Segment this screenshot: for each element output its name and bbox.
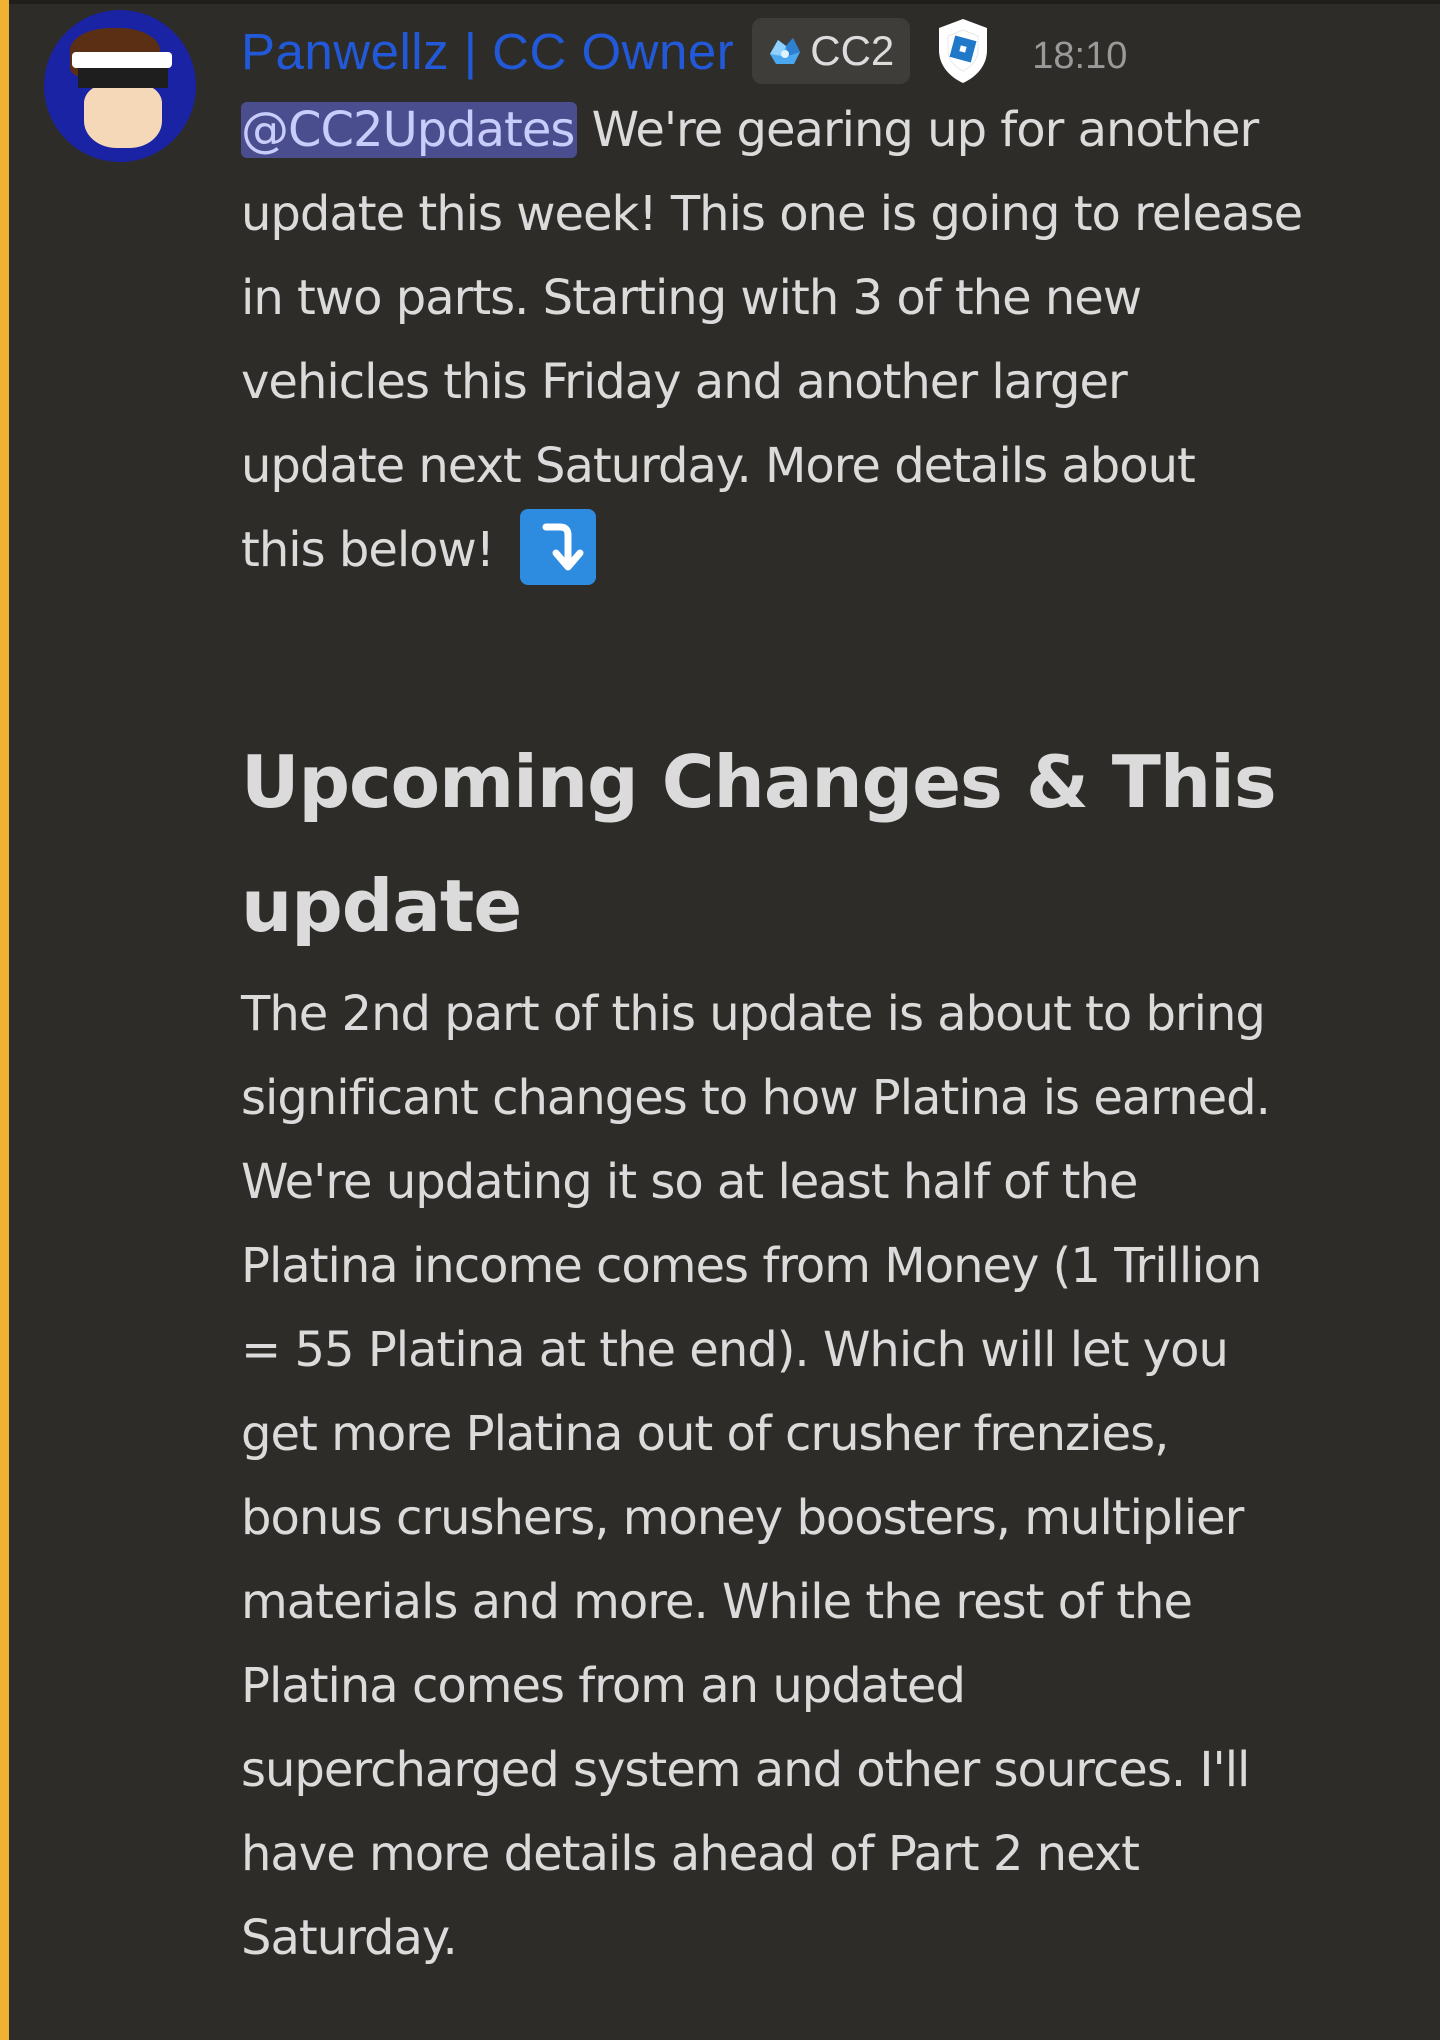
body-line: Platina comes from an updated [241, 1658, 966, 1714]
message-header: Panwellz | CC Owner CC2 18:10 [241, 12, 1127, 90]
mention-highlight-bar [0, 0, 9, 2040]
body-line: Platina income comes from Money (1 Trill… [241, 1238, 1262, 1294]
body-line: bonus crushers, money boosters, multipli… [241, 1490, 1244, 1546]
server-tag[interactable]: CC2 [752, 18, 911, 84]
body-line: get more Platina out of crusher frenzies… [241, 1406, 1169, 1462]
shield-icon[interactable] [934, 16, 992, 86]
avatar[interactable] [44, 10, 196, 162]
intro-line: this below! [241, 508, 1302, 592]
intro-line: @CC2Updates We're gearing up for another [241, 88, 1302, 172]
intro-line: update this week! This one is going to r… [241, 186, 1303, 242]
intro-line-text: We're gearing up for another [577, 102, 1260, 158]
body-line: Saturday. [241, 1910, 458, 1966]
body-line: significant changes to how Platina is ea… [241, 1070, 1271, 1126]
avatar-glasses [78, 68, 168, 88]
body-line: supercharged system and other sources. I… [241, 1742, 1250, 1798]
body-line: We're updating it so at least half of th… [241, 1154, 1138, 1210]
avatar-visor [72, 52, 172, 68]
crystal-icon [770, 38, 801, 64]
intro-line: update next Saturday. More details about [241, 438, 1196, 494]
message-intro: @CC2Updates We're gearing up for another… [241, 88, 1303, 592]
avatar-face [84, 84, 162, 148]
intro-line-text: this below! [241, 522, 495, 578]
body-line: have more details ahead of Part 2 next [241, 1826, 1140, 1882]
username[interactable]: Panwellz | CC Owner [241, 22, 734, 81]
section-heading: Upcoming Changes & This update [241, 720, 1277, 968]
user-mention[interactable]: @CC2Updates [241, 102, 578, 158]
intro-line: vehicles this Friday and another larger [241, 354, 1128, 410]
message-body: The 2nd part of this update is about to … [241, 972, 1271, 1980]
timestamp[interactable]: 18:10 [1032, 35, 1127, 78]
body-line: materials and more. While the rest of th… [241, 1574, 1193, 1630]
heading-line: Upcoming Changes & This [241, 740, 1277, 824]
arrow-heading-down-icon[interactable] [520, 509, 597, 585]
intro-line: in two parts. Starting with 3 of the new [241, 270, 1142, 326]
top-divider [0, 0, 1440, 4]
server-tag-label: CC2 [810, 27, 895, 74]
body-line: The 2nd part of this update is about to … [241, 986, 1266, 1042]
heading-line: update [241, 864, 522, 948]
body-line: = 55 Platina at the end). Which will let… [241, 1322, 1229, 1378]
